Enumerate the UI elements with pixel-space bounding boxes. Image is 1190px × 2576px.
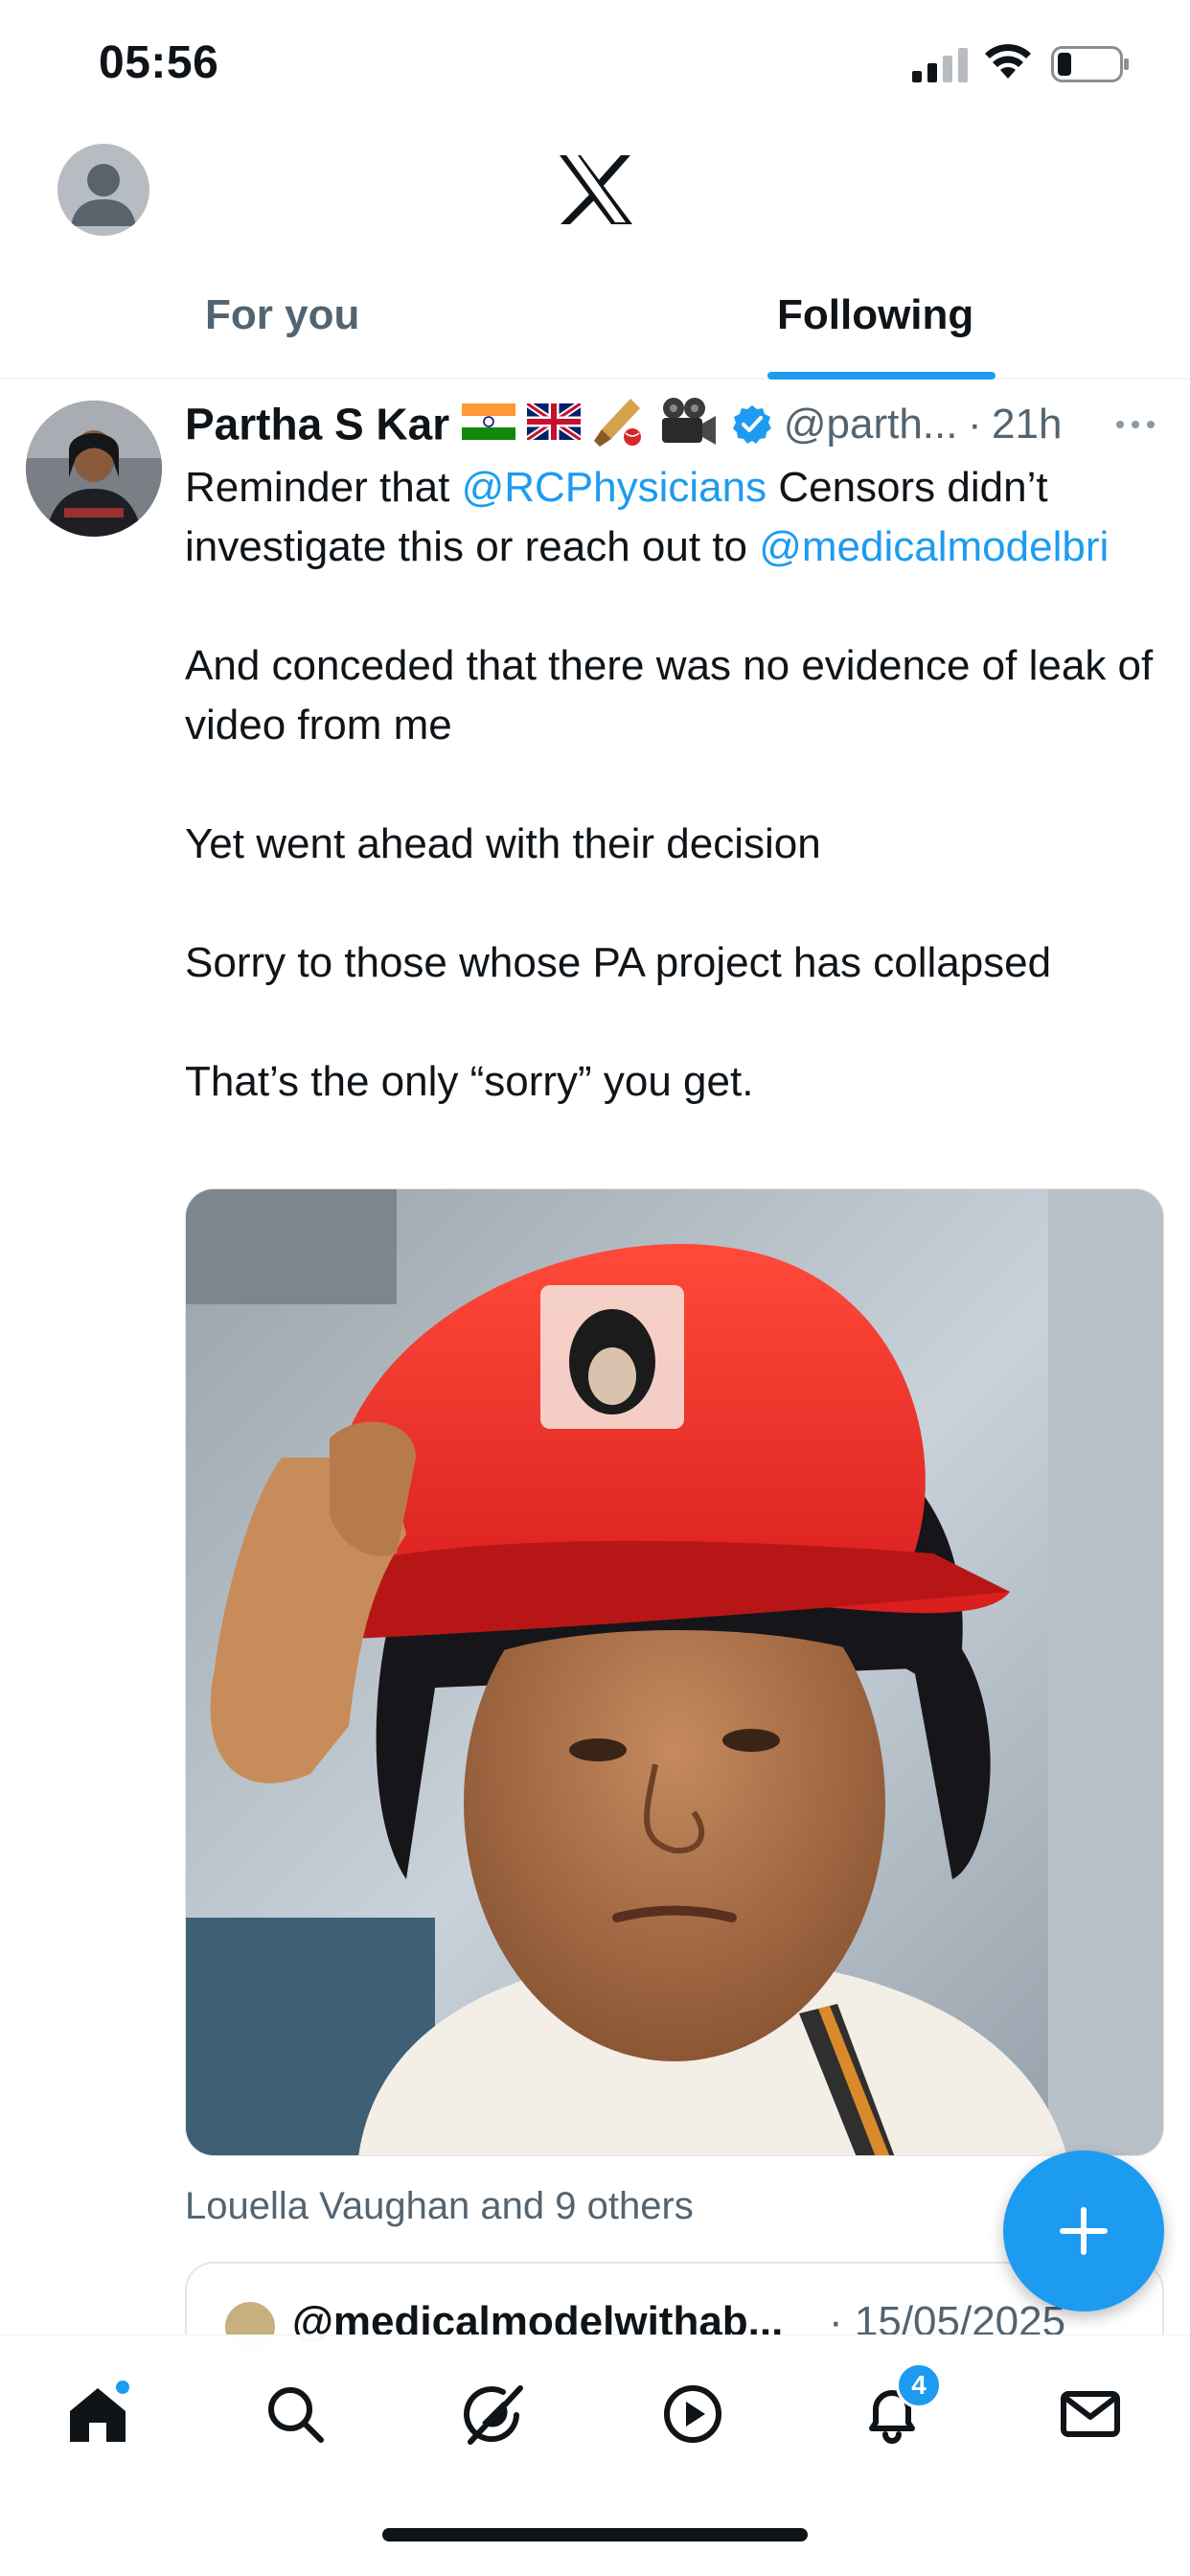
- liked-by-summary[interactable]: Louella Vaughan and 9 others: [185, 2185, 694, 2228]
- tweet-header: Partha S Kar @parth... · 21h: [185, 395, 1172, 452]
- movie-camera-emoji: [658, 395, 718, 453]
- notifications-badge: 4: [896, 2362, 942, 2408]
- nav-home[interactable]: [59, 2376, 136, 2452]
- tweet-paragraph-1: Reminder that @RCPhysicians Censors didn…: [185, 464, 1110, 570]
- nav-search[interactable]: [257, 2376, 333, 2452]
- status-bar: 05:56: [0, 0, 1190, 125]
- cellular-signal-icon: [912, 48, 968, 82]
- video-play-icon: [664, 2385, 721, 2443]
- nav-notifications[interactable]: 4: [854, 2362, 942, 2452]
- tweet-paragraph-4: Sorry to those whose PA project has coll…: [185, 939, 1052, 986]
- tweet-time[interactable]: 21h: [992, 401, 1062, 448]
- mention-link[interactable]: @medicalmodelbri: [759, 523, 1109, 570]
- home-new-dot: [113, 2378, 132, 2397]
- battery-icon: [1051, 46, 1129, 82]
- tweet-paragraph-3: Yet went ahead with their decision: [185, 820, 821, 867]
- grok-icon: [464, 2385, 523, 2445]
- default-avatar-icon: [71, 164, 136, 226]
- india-flag-emoji: [461, 403, 515, 445]
- author-handle[interactable]: @parth...: [784, 401, 958, 448]
- timeline-tabs: For you Following: [0, 268, 1190, 380]
- verified-badge-icon: [733, 404, 772, 444]
- separator-dot: ·: [967, 400, 982, 448]
- cricket-emoji: [592, 395, 646, 453]
- status-time: 05:56: [99, 37, 219, 88]
- tweet-author-avatar[interactable]: [26, 401, 162, 537]
- nav-messages[interactable]: [1052, 2376, 1129, 2452]
- home-indicator-bar[interactable]: [382, 2528, 808, 2542]
- wifi-icon: [985, 44, 1031, 79]
- active-tab-indicator: [767, 372, 995, 380]
- compose-post-button[interactable]: [1003, 2150, 1164, 2312]
- tweet-media-image[interactable]: [185, 1188, 1164, 2156]
- x-logo-icon[interactable]: [558, 153, 634, 226]
- author-name[interactable]: Partha S Kar: [185, 400, 449, 449]
- messages-envelope-icon: [1061, 2391, 1120, 2437]
- tweet-paragraph-5: That’s the only “sorry” you get.: [185, 1058, 754, 1105]
- tweet-paragraph-2: And conceded that there was no evidence …: [185, 642, 1154, 748]
- profile-avatar-button[interactable]: [57, 144, 149, 236]
- search-icon: [268, 2387, 324, 2443]
- plus-icon: [1060, 2207, 1108, 2255]
- tweet-text: Reminder that @RCPhysicians Censors didn…: [185, 458, 1181, 1112]
- author-photo: [26, 401, 162, 537]
- selfie-photo: [186, 1189, 1163, 2155]
- nav-video[interactable]: [654, 2376, 731, 2452]
- more-options-icon[interactable]: [1113, 402, 1157, 447]
- tab-for-you[interactable]: For you: [205, 291, 359, 339]
- tab-following[interactable]: Following: [777, 291, 973, 339]
- nav-grok[interactable]: [456, 2376, 533, 2452]
- mention-link[interactable]: @RCPhysicians: [462, 464, 767, 511]
- uk-flag-emoji: [525, 401, 583, 445]
